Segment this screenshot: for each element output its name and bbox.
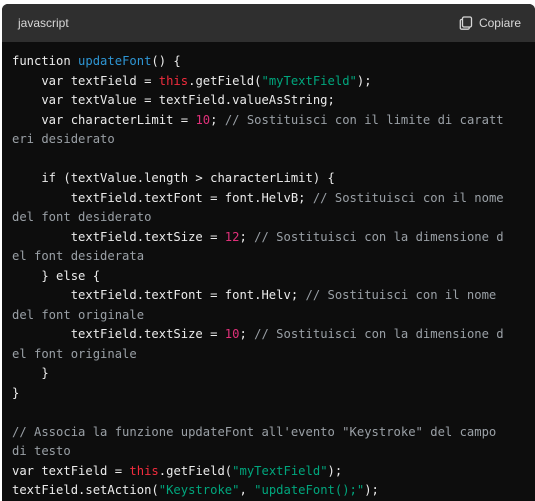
code-line: textField.textFont = font.Helv; // Sosti… <box>12 286 535 306</box>
code-line: del font originale <box>12 306 535 326</box>
code-token-com: el font desiderata <box>12 249 145 263</box>
code-line: var textField = this.getField("myTextFie… <box>12 72 535 92</box>
code-line: di testo <box>12 442 535 462</box>
code-header: javascript Copiare <box>2 4 535 42</box>
code-token-com: el font originale <box>12 346 137 361</box>
code-line: } <box>12 364 535 384</box>
code-token-com: // Sostituisci con il nome <box>312 190 504 205</box>
code-token-plain: var characterLimit = <box>12 112 196 127</box>
language-label: javascript <box>18 16 69 30</box>
code-token-num: 12 <box>224 229 240 244</box>
code-line: function updateFont() { <box>12 52 535 72</box>
code-token-com: // Sostituisci con la dimensione d <box>254 229 504 244</box>
code-line: textField.textFont = font.HelvB; // Sost… <box>12 189 535 209</box>
code-line: } else { <box>12 267 535 287</box>
code-token-str: "myTextField" <box>232 463 328 478</box>
code-token-com: di testo <box>12 444 71 458</box>
code-token-kw: this <box>129 463 159 478</box>
code-token-plain: function <box>12 54 79 68</box>
code-line: el font originale <box>12 345 535 365</box>
code-token-plain: if (textValue.length > characterLimit) { <box>12 171 335 185</box>
code-token-plain: var textField = <box>12 73 159 88</box>
code-token-plain: textField.textFont = font.HelvB; <box>12 190 313 205</box>
code-token-com: // Sostituisci con il nome <box>305 288 497 302</box>
code-token-com: // Sostituisci con la dimensione d <box>254 327 504 341</box>
code-line: // Associa la funzione updateFont all'ev… <box>12 423 535 443</box>
code-token-fn: updateFont <box>78 54 152 68</box>
code-line: eri desiderato <box>12 130 535 150</box>
code-token-str: "myTextField" <box>261 73 357 88</box>
code-token-plain: } <box>12 385 20 400</box>
code-token-plain: textField.textFont = font.Helv; <box>12 288 306 302</box>
code-line: } <box>12 384 535 404</box>
code-token-plain: ); <box>364 483 379 497</box>
code-token-str: "Keystroke" <box>158 483 240 497</box>
code-token-num: 10 <box>224 327 240 341</box>
code-line: del font desiderato <box>12 208 535 228</box>
code-token-plain: var textValue = textField.valueAsString; <box>12 93 335 107</box>
code-token-plain: , <box>239 483 255 497</box>
code-token-com: del font desiderato <box>12 210 152 224</box>
code-line: if (textValue.length > characterLimit) { <box>12 169 535 189</box>
code-line: var characterLimit = 10; // Sostituisci … <box>12 111 535 131</box>
code-token-plain: } <box>12 366 49 380</box>
code-token-com: eri desiderato <box>12 132 115 146</box>
code-block: javascript Copiare function updateFont()… <box>2 4 535 501</box>
code-token-plain: () { <box>151 54 181 68</box>
code-token-plain: ; <box>239 327 255 341</box>
code-token-com: // Associa la funzione updateFont all'ev… <box>12 424 497 439</box>
code-token-com: // Sostituisci con il limite di caratt <box>224 112 504 127</box>
clipboard-icon <box>459 16 473 30</box>
code-token-com: del font originale <box>12 307 145 322</box>
code-line: textField.setAction("Keystroke", "update… <box>12 481 535 501</box>
copy-label: Copiare <box>478 16 521 30</box>
code-token-plain: ); <box>327 463 343 478</box>
code-token-plain: .getField( <box>188 73 262 88</box>
code-token-plain: ; <box>239 229 255 244</box>
code-line: var textValue = textField.valueAsString; <box>12 91 535 111</box>
code-line: textField.textSize = 12; // Sostituisci … <box>12 228 535 248</box>
code-line: textField.textSize = 10; // Sostituisci … <box>12 325 535 345</box>
code-token-plain: ); <box>356 73 372 88</box>
code-token-num: 10 <box>195 112 211 127</box>
code-token-str: "updateFont();" <box>254 483 365 497</box>
code-token-plain: textField.setAction( <box>12 483 159 497</box>
code-token-plain: var textField = <box>12 463 130 478</box>
code-token-plain: } else { <box>12 268 101 283</box>
code-text[interactable]: function updateFont() { var textField = … <box>12 52 535 501</box>
code-line: var textField = this.getField("myTextFie… <box>12 462 535 482</box>
code-token-kw: this <box>158 73 189 88</box>
code-token-plain: textField.textSize = <box>12 327 225 341</box>
code-token-plain: textField.textSize = <box>12 229 225 244</box>
code-token-plain: ; <box>210 112 225 127</box>
copy-button[interactable]: Copiare <box>459 16 521 30</box>
code-token-plain: .getField( <box>158 463 233 478</box>
code-line: el font desiderata <box>12 247 535 267</box>
code-body[interactable]: function updateFont() { var textField = … <box>2 42 535 501</box>
